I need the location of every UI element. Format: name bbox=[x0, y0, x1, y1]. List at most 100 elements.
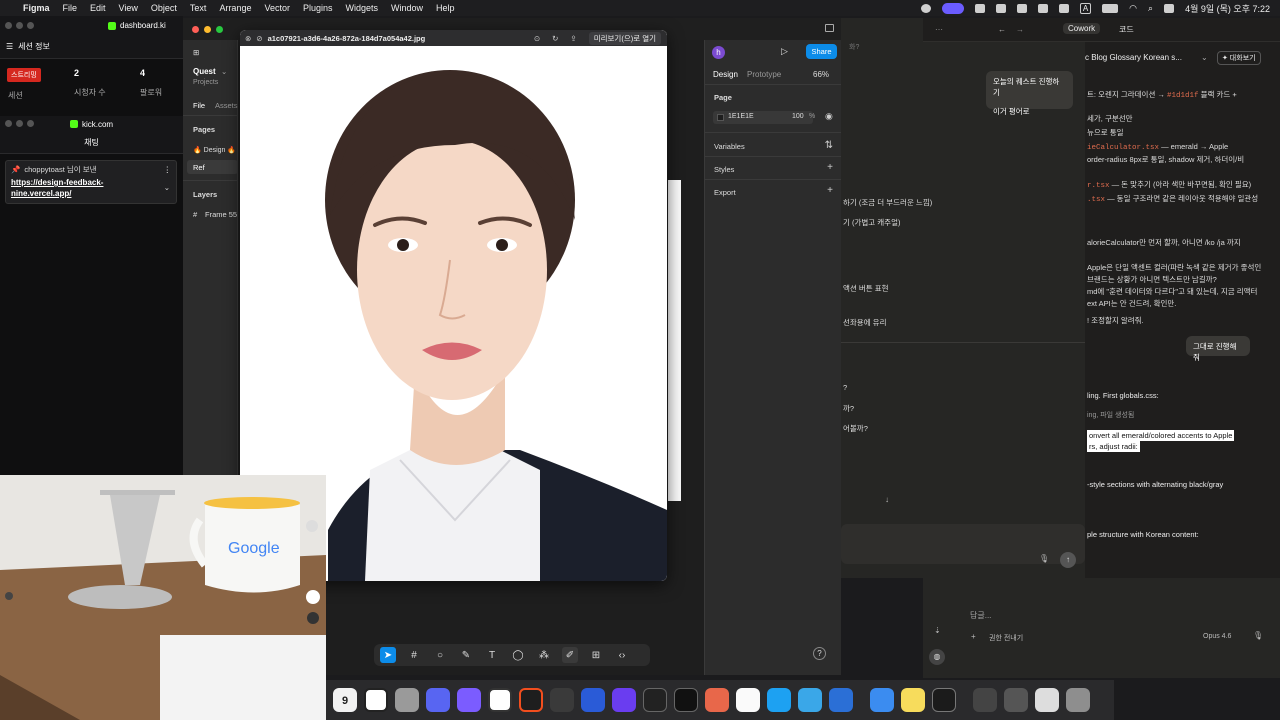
permission-selector[interactable]: 권한 전내기 bbox=[989, 633, 1023, 643]
move-tool-icon[interactable]: ➤ bbox=[380, 647, 396, 663]
menu-window[interactable]: Window bbox=[391, 3, 423, 13]
markup-icon[interactable]: ⊙ bbox=[534, 34, 540, 43]
chatgpt-icon[interactable] bbox=[932, 688, 956, 712]
mail-icon[interactable] bbox=[870, 688, 894, 712]
tab-design[interactable]: Design bbox=[713, 70, 738, 79]
status-display-icon[interactable] bbox=[1058, 3, 1069, 13]
tab-file[interactable]: File bbox=[193, 101, 205, 110]
wifi-icon[interactable]: ◠ bbox=[1129, 3, 1137, 14]
project-name[interactable]: Quest bbox=[193, 67, 216, 76]
notes-icon[interactable] bbox=[901, 688, 925, 712]
variables-settings-icon[interactable]: ⇅ bbox=[825, 140, 833, 151]
design-mode-icon[interactable]: ⊞ bbox=[588, 647, 604, 663]
menubar-clock[interactable]: 4월 9일 (목) 오후 7:22 bbox=[1185, 2, 1270, 15]
status-settings-icon[interactable] bbox=[974, 3, 985, 13]
pen-tool-icon[interactable]: ✎ bbox=[458, 647, 474, 663]
status-p-icon[interactable] bbox=[995, 3, 1006, 13]
record-button[interactable] bbox=[306, 590, 320, 604]
rotate-icon[interactable]: ↻ bbox=[552, 34, 558, 43]
layer-frame[interactable]: Frame 55 bbox=[205, 210, 237, 219]
text-tool-icon[interactable]: T bbox=[484, 647, 500, 663]
figma-icon[interactable] bbox=[519, 688, 543, 712]
calendar-icon[interactable]: 9 bbox=[333, 688, 357, 712]
window-thumb-1-icon[interactable] bbox=[973, 688, 997, 712]
window-thumb-2-icon[interactable] bbox=[1004, 688, 1028, 712]
minimize-icon[interactable] bbox=[204, 26, 211, 33]
calculator-icon[interactable] bbox=[395, 688, 419, 712]
canvas-frame-edge[interactable] bbox=[668, 180, 681, 501]
tab-cowork[interactable]: Cowork bbox=[1063, 23, 1101, 34]
window-thumb-3-icon[interactable] bbox=[1035, 688, 1059, 712]
pinned-link[interactable]: https://design-feedback-nine.vercel.app/ bbox=[11, 177, 131, 199]
terminal-icon[interactable] bbox=[674, 688, 698, 712]
help-button[interactable]: ? bbox=[813, 647, 826, 660]
window-controls-icon[interactable]: ⋯ bbox=[935, 25, 943, 34]
status-obs-icon[interactable] bbox=[920, 3, 931, 13]
download-icon[interactable]: ⇣ bbox=[934, 626, 941, 635]
send-button[interactable]: ↑ bbox=[1060, 552, 1076, 568]
doc-title[interactable]: c Blog Glossary Korean s... bbox=[1085, 53, 1182, 62]
plus-icon[interactable]: + bbox=[971, 632, 976, 641]
xcode-icon[interactable] bbox=[767, 688, 791, 712]
page-ref[interactable]: Ref bbox=[193, 163, 205, 172]
swift-icon[interactable] bbox=[829, 688, 853, 712]
messenger-icon[interactable] bbox=[457, 688, 481, 712]
close-icon[interactable] bbox=[5, 22, 12, 29]
nav-forward-icon[interactable]: → bbox=[1016, 25, 1024, 34]
menu-icon[interactable]: ☰ bbox=[6, 42, 13, 51]
open-with-button[interactable]: 미리보기(으)로 열기 bbox=[588, 31, 661, 45]
draw-mode-icon[interactable]: ✐ bbox=[562, 647, 578, 663]
status-discord-icon[interactable] bbox=[1016, 3, 1027, 13]
menu-vector[interactable]: Vector bbox=[264, 3, 290, 13]
color-swatch[interactable] bbox=[717, 114, 724, 121]
eye-icon[interactable]: ◉ bbox=[825, 111, 833, 122]
chevron-down-icon[interactable]: ⌄ bbox=[221, 67, 227, 76]
unpin-icon[interactable]: ⋮ bbox=[164, 165, 172, 174]
notion-icon[interactable] bbox=[364, 688, 388, 712]
menu-text[interactable]: Text bbox=[190, 3, 207, 13]
menu-app-name[interactable]: Figma bbox=[23, 3, 50, 13]
close-icon[interactable]: ⊗ bbox=[245, 34, 251, 43]
menu-arrange[interactable]: Arrange bbox=[219, 3, 251, 13]
claude-icon[interactable] bbox=[705, 688, 729, 712]
figma-menu-icon[interactable]: ⊞ bbox=[193, 48, 199, 57]
composer-placeholder[interactable]: 답글... bbox=[970, 610, 991, 621]
tab-prototype[interactable]: Prototype bbox=[747, 70, 781, 79]
menu-object[interactable]: Object bbox=[151, 3, 177, 13]
model-selector[interactable]: Opus 4.6 bbox=[1203, 633, 1231, 640]
pinned-message[interactable]: 📌 choppytoast 님이 보낸 ⋮ https://design-fee… bbox=[5, 160, 177, 204]
chevron-down-icon[interactable]: ⌄ bbox=[1201, 53, 1208, 62]
obsidian-icon[interactable] bbox=[612, 688, 636, 712]
actions-tool-icon[interactable]: ⁂ bbox=[536, 647, 552, 663]
scroll-down-icon[interactable]: ↓ bbox=[885, 495, 889, 504]
obs-icon[interactable] bbox=[488, 688, 512, 712]
search-icon[interactable]: ⌕ bbox=[1148, 3, 1153, 14]
status-battery-icon[interactable] bbox=[1102, 3, 1119, 13]
discord-icon[interactable] bbox=[426, 688, 450, 712]
chevron-down-icon[interactable]: ⌄ bbox=[164, 183, 170, 192]
shape-tool-icon[interactable]: ○ bbox=[432, 647, 448, 663]
comment-tool-icon[interactable]: ◯ bbox=[510, 647, 526, 663]
share-button[interactable]: Share bbox=[806, 44, 837, 59]
menu-view[interactable]: View bbox=[119, 3, 138, 13]
status-input-icon[interactable]: A bbox=[1079, 2, 1092, 14]
status-record-icon[interactable] bbox=[1037, 3, 1048, 13]
fullscreen-icon[interactable]: ⊘ bbox=[256, 34, 262, 43]
dev-mode-icon[interactable]: ‹› bbox=[614, 647, 630, 663]
tab-assets[interactable]: Assets bbox=[215, 101, 238, 110]
view-chat-button[interactable]: ✦ 대화보기 bbox=[1217, 51, 1261, 65]
close-icon[interactable] bbox=[192, 26, 199, 33]
mic-icon[interactable]: 🎙 bbox=[1039, 554, 1049, 563]
menu-help[interactable]: Help bbox=[436, 3, 455, 13]
finder-icon[interactable] bbox=[798, 688, 822, 712]
trash-icon[interactable] bbox=[1066, 688, 1090, 712]
zoom-level[interactable]: 66% bbox=[813, 70, 829, 79]
zoom-icon[interactable] bbox=[27, 22, 34, 29]
add-style-icon[interactable]: + bbox=[827, 162, 833, 173]
nav-back-icon[interactable]: ← bbox=[998, 25, 1006, 34]
box-app-icon[interactable] bbox=[550, 688, 574, 712]
overlay-control-icon[interactable] bbox=[306, 520, 318, 532]
frame-tool-icon[interactable]: # bbox=[406, 647, 422, 663]
camera-toggle-icon[interactable] bbox=[307, 612, 319, 624]
arc-browser-icon[interactable] bbox=[581, 688, 605, 712]
